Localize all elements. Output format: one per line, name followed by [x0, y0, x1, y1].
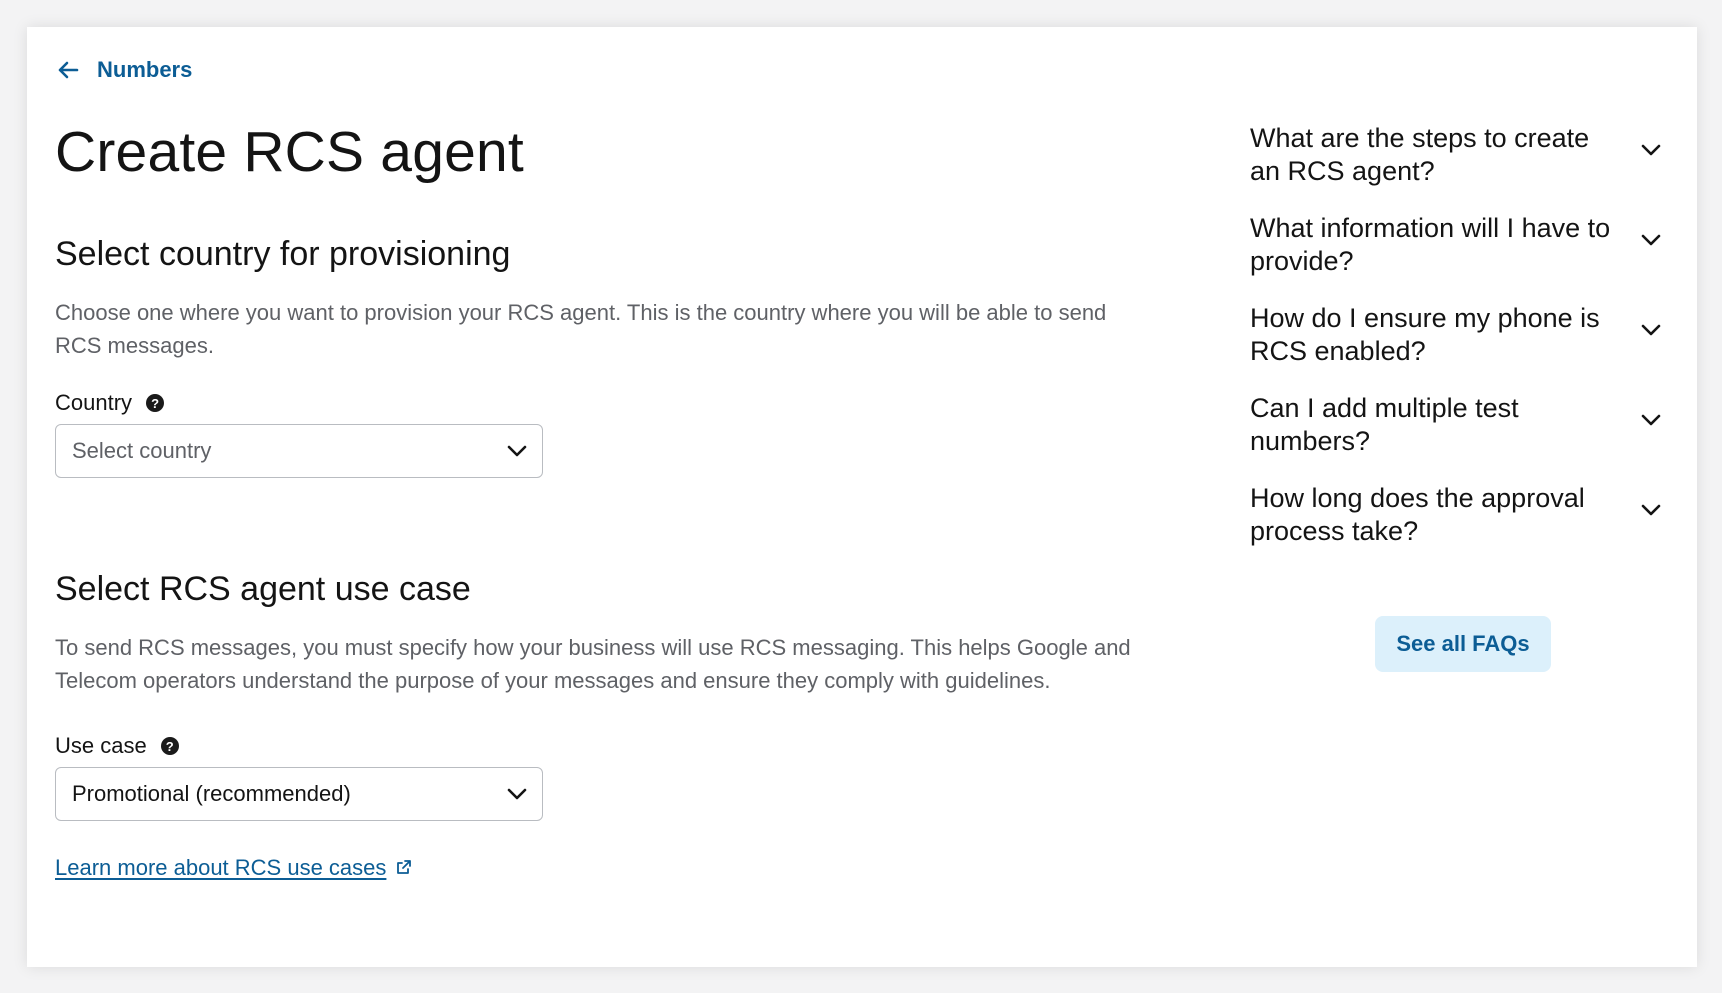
use-case-label-text: Use case [55, 733, 147, 758]
chevron-down-icon [1640, 323, 1662, 342]
chevron-down-icon [506, 438, 528, 464]
learn-more-use-cases-link[interactable]: Learn more about RCS use cases [55, 855, 412, 881]
faq-item[interactable]: How long does the approval process take? [1250, 482, 1680, 572]
chevron-down-icon [1640, 143, 1662, 162]
country-section-heading: Select country for provisioning [55, 235, 511, 273]
country-field-label: Country ? [55, 390, 1155, 416]
faq-item[interactable]: How do I ensure my phone is RCS enabled? [1250, 302, 1680, 392]
external-link-icon [396, 855, 412, 881]
use-case-field-label: Use case ? [55, 733, 1155, 759]
country-select-placeholder: Select country [72, 438, 212, 463]
faq-question: Can I add multiple test numbers? [1250, 393, 1519, 456]
page-title: Create RCS agent [55, 120, 524, 184]
country-select[interactable]: Select country [55, 424, 543, 478]
question-circle-icon[interactable]: ? [146, 394, 165, 412]
faq-item[interactable]: Can I add multiple test numbers? [1250, 392, 1680, 482]
faq-question: How long does the approval process take? [1250, 483, 1585, 546]
use-case-select-value: Promotional (recommended) [72, 781, 351, 806]
back-link-numbers[interactable]: Numbers [57, 57, 192, 83]
learn-more-label: Learn more about RCS use cases [55, 855, 387, 880]
country-section: Select country for provisioning Choose o… [55, 235, 1155, 478]
faq-question: What information will I have to provide? [1250, 213, 1611, 276]
use-case-section: Select RCS agent use case To send RCS me… [55, 570, 1155, 881]
use-case-select[interactable]: Promotional (recommended) [55, 767, 543, 821]
faq-question: How do I ensure my phone is RCS enabled? [1250, 303, 1600, 366]
content-card: Numbers Create RCS agent Select country … [27, 27, 1697, 967]
faq-list: What are the steps to create an RCS agen… [1250, 122, 1680, 572]
country-label-text: Country [55, 390, 133, 415]
arrow-left-icon [57, 61, 79, 79]
question-circle-icon[interactable]: ? [160, 737, 179, 755]
use-case-section-heading: Select RCS agent use case [55, 570, 471, 608]
faq-question: What are the steps to create an RCS agen… [1250, 123, 1590, 186]
use-case-section-description: To send RCS messages, you must specify h… [55, 635, 1131, 693]
back-link-label: Numbers [97, 57, 193, 82]
chevron-down-icon [506, 781, 528, 807]
chevron-down-icon [1640, 413, 1662, 432]
country-section-description: Choose one where you want to provision y… [55, 300, 1107, 358]
chevron-down-icon [1640, 503, 1662, 522]
faq-item[interactable]: What information will I have to provide? [1250, 212, 1680, 302]
chevron-down-icon [1640, 233, 1662, 252]
faq-item[interactable]: What are the steps to create an RCS agen… [1250, 122, 1680, 212]
see-all-faqs-button[interactable]: See all FAQs [1375, 616, 1551, 672]
